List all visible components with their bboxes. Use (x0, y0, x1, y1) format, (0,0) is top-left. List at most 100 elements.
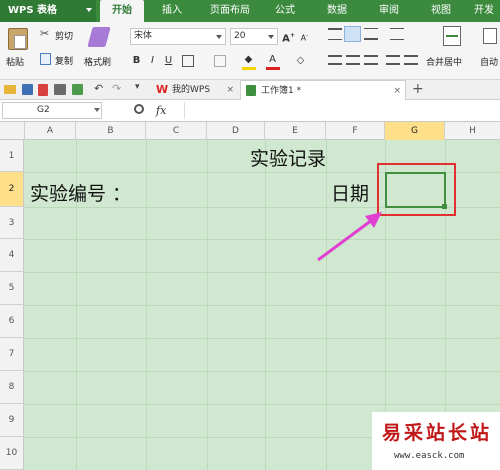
quick-access-more-icon[interactable]: ▾ (135, 82, 140, 92)
tab-my-wps[interactable]: W 我的WPS × (152, 80, 236, 100)
align-top-icon[interactable] (328, 28, 342, 40)
arrow-icon (317, 212, 382, 262)
align-right-icon[interactable] (364, 55, 378, 65)
ribbon: 粘贴 ✂ 剪切 复制 格式刷 宋体 20 A+ A- B I U ◆ A ◇ 合… (0, 22, 500, 80)
font-size-value: 20 (234, 31, 246, 41)
date-label-cell[interactable]: 日期 (331, 179, 369, 206)
align-left-icon[interactable] (328, 55, 342, 65)
merge-center-button[interactable]: 合并居中 (426, 55, 462, 68)
row-header-6[interactable]: 6 (0, 305, 24, 338)
distributed-icon[interactable] (404, 55, 418, 65)
copy-icon[interactable] (40, 53, 51, 65)
tab-home[interactable]: 开始 (100, 0, 144, 22)
tab-insert[interactable]: 插入 (152, 0, 192, 22)
row-header-10[interactable]: 10 (0, 437, 24, 470)
borders-icon[interactable] (182, 55, 194, 67)
shrink-font-icon[interactable]: A- (298, 28, 311, 44)
pdf-icon[interactable] (38, 84, 48, 96)
tab-view[interactable]: 视图 (422, 0, 460, 22)
italic-icon[interactable]: I (146, 53, 159, 69)
row-header-5[interactable]: 5 (0, 272, 24, 305)
font-size-select[interactable]: 20 (230, 28, 278, 45)
merge-center-icon[interactable] (443, 26, 461, 46)
wrap-text-icon[interactable] (483, 28, 497, 44)
align-center-icon[interactable] (346, 55, 360, 65)
select-all-corner[interactable] (0, 122, 25, 140)
paste-icon[interactable] (8, 28, 28, 50)
name-box[interactable]: G2 (2, 102, 102, 119)
fill-color-swatch (242, 67, 256, 70)
app-menu-button[interactable]: WPS 表格 (0, 0, 96, 22)
preview-icon[interactable] (72, 84, 83, 95)
tab-workbook1[interactable]: 工作簿1 * × (240, 80, 406, 100)
save-icon[interactable] (22, 84, 33, 95)
close-icon[interactable]: × (393, 81, 401, 101)
watermark-url: www.easck.com (394, 451, 465, 461)
tab-developer[interactable]: 开发 (468, 0, 500, 22)
column-header-h[interactable]: H (445, 122, 500, 140)
clear-format-icon[interactable]: ◇ (294, 53, 307, 69)
tab-my-wps-label: 我的WPS (172, 85, 211, 95)
undo-icon[interactable]: ↶ (94, 82, 103, 95)
paste-button[interactable]: 粘贴 (6, 55, 24, 68)
menu-bar: WPS 表格 开始 插入 页面布局 公式 数据 审阅 视图 开发 (0, 0, 500, 22)
gridline (24, 404, 500, 405)
spreadsheet-grid[interactable]: 1 2 3 4 5 6 7 8 9 10 实验记录 实验编号 ： 日期 易采站长… (0, 140, 500, 470)
column-header-a[interactable]: A (25, 122, 76, 140)
align-middle-icon[interactable] (344, 26, 361, 42)
chevron-down-icon (86, 8, 92, 12)
cut-button[interactable]: 剪切 (55, 29, 73, 42)
align-bottom-icon[interactable] (364, 28, 378, 40)
experiment-number-cell[interactable]: 实验编号 ： (30, 179, 131, 206)
tab-formulas[interactable]: 公式 (266, 0, 304, 22)
new-tab-icon[interactable]: + (412, 80, 424, 99)
column-header-c[interactable]: C (146, 122, 207, 140)
fill-color-icon[interactable]: ◆ (242, 52, 255, 68)
document-tab-bar: ↶ ↷ ▾ W 我的WPS × 工作簿1 * × + (0, 80, 500, 100)
format-painter-icon[interactable] (87, 27, 111, 47)
row-header-9[interactable]: 9 (0, 404, 24, 437)
title-cell[interactable]: 实验记录 (250, 144, 326, 171)
orientation-icon[interactable] (390, 28, 404, 40)
row-header-8[interactable]: 8 (0, 371, 24, 404)
font-name-select[interactable]: 宋体 (130, 28, 226, 45)
print-icon[interactable] (54, 84, 66, 95)
chevron-down-icon (216, 35, 222, 39)
justify-icon[interactable] (386, 55, 400, 65)
column-header-g[interactable]: G (385, 122, 445, 140)
scissors-icon[interactable]: ✂ (40, 28, 52, 40)
underline-icon[interactable]: U (162, 53, 175, 69)
close-icon[interactable]: × (226, 80, 234, 100)
chevron-down-icon[interactable] (94, 108, 100, 112)
grow-font-icon[interactable]: A+ (282, 28, 295, 44)
row-header-2[interactable]: 2 (0, 172, 24, 207)
row-header-1[interactable]: 1 (0, 140, 24, 172)
tab-page-layout[interactable]: 页面布局 (200, 0, 260, 22)
column-header-e[interactable]: E (265, 122, 326, 140)
merge-cells-icon[interactable] (214, 55, 226, 67)
chevron-down-icon (268, 35, 274, 39)
gridline (24, 371, 500, 372)
gridline (24, 272, 500, 273)
wps-logo-icon: W (156, 83, 169, 96)
font-color-swatch (266, 67, 280, 70)
folder-icon[interactable] (4, 85, 16, 94)
auto-wrap-button[interactable]: 自动 (480, 55, 498, 68)
redo-icon[interactable]: ↷ (112, 82, 121, 95)
tab-review[interactable]: 审阅 (370, 0, 408, 22)
row-header-3[interactable]: 3 (0, 207, 24, 239)
zoom-icon[interactable] (134, 104, 144, 114)
formula-input[interactable] (184, 102, 496, 119)
bold-icon[interactable]: B (130, 53, 143, 69)
watermark-name: 易采站长站 (382, 422, 493, 444)
copy-button[interactable]: 复制 (55, 54, 73, 67)
tab-data[interactable]: 数据 (318, 0, 356, 22)
fx-icon[interactable]: fx (156, 104, 166, 117)
row-header-4[interactable]: 4 (0, 239, 24, 272)
format-painter-button[interactable]: 格式刷 (84, 55, 111, 68)
row-header-7[interactable]: 7 (0, 338, 24, 371)
column-header-b[interactable]: B (76, 122, 146, 140)
font-color-icon[interactable]: A (266, 52, 279, 68)
column-header-f[interactable]: F (326, 122, 385, 140)
column-header-d[interactable]: D (207, 122, 265, 140)
